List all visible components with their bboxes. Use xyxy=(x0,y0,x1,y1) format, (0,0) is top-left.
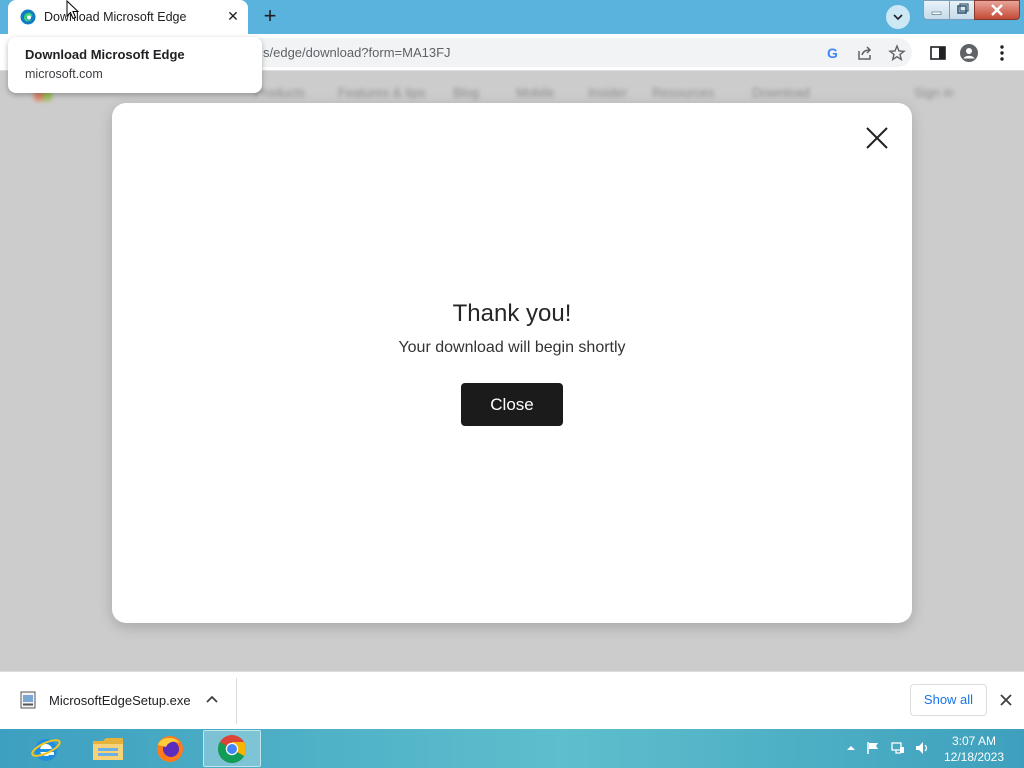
downloads-bar: MicrosoftEdgeSetup.exe Show all xyxy=(0,671,1024,729)
window-minimize-button[interactable] xyxy=(923,0,950,20)
nav-item[interactable]: Blog xyxy=(453,85,479,100)
firefox-icon xyxy=(157,735,183,762)
file-icon xyxy=(20,691,36,709)
google-lens-icon[interactable]: G xyxy=(824,44,842,62)
network-icon[interactable] xyxy=(891,741,905,755)
dialog-title: Thank you! xyxy=(452,300,572,327)
hover-card-title: Download Microsoft Edge xyxy=(25,47,185,62)
divider xyxy=(236,678,237,724)
tab-search-button[interactable] xyxy=(886,5,910,29)
taskbar-chrome[interactable] xyxy=(203,730,261,767)
nav-item[interactable]: Mobile xyxy=(516,85,554,100)
taskbar-internet-explorer[interactable] xyxy=(17,730,75,767)
edge-favicon-icon xyxy=(20,9,36,25)
nav-item[interactable]: Features & tips xyxy=(338,85,425,100)
chevron-down-icon xyxy=(893,14,903,21)
taskbar: 3:07 AM 12/18/2023 xyxy=(0,729,1024,768)
nav-item[interactable]: Products xyxy=(254,85,305,100)
show-all-button[interactable]: Show all xyxy=(910,684,987,716)
close-downloads-icon[interactable] xyxy=(995,689,1017,711)
svg-text:G: G xyxy=(827,45,838,61)
tab-close-icon[interactable]: ✕ xyxy=(224,7,242,25)
dialog-close-icon[interactable] xyxy=(862,123,892,153)
more-menu-icon[interactable] xyxy=(992,43,1012,63)
download-filename[interactable]: MicrosoftEdgeSetup.exe xyxy=(49,693,191,708)
browser-tab[interactable]: Download Microsoft Edge ✕ xyxy=(8,0,248,34)
share-icon[interactable] xyxy=(856,44,874,62)
hover-card-domain: microsoft.com xyxy=(25,67,103,81)
address-bar[interactable]: s/edge/download?form=MA13FJ G xyxy=(160,38,912,67)
chrome-icon xyxy=(218,734,246,763)
internet-explorer-icon xyxy=(31,738,61,761)
tab-strip: Download Microsoft Edge ✕ + xyxy=(0,0,1024,34)
dialog-subtitle: Your download will begin shortly xyxy=(398,339,626,356)
new-tab-button[interactable]: + xyxy=(258,5,282,29)
folder-icon xyxy=(93,737,123,760)
volume-icon[interactable] xyxy=(915,741,929,755)
system-clock[interactable]: 3:07 AM 12/18/2023 xyxy=(938,733,1010,765)
action-center-flag-icon[interactable] xyxy=(866,741,880,755)
nav-item[interactable]: Insider xyxy=(588,85,627,100)
side-panel-icon[interactable] xyxy=(928,43,948,63)
tab-hover-card: Download Microsoft Edge microsoft.com xyxy=(8,37,262,93)
profile-avatar-icon[interactable] xyxy=(959,43,979,63)
nav-item[interactable]: Resources xyxy=(652,85,714,100)
taskbar-firefox[interactable] xyxy=(141,730,199,767)
clock-date: 12/18/2023 xyxy=(943,750,1005,764)
window-restore-button[interactable] xyxy=(949,0,975,20)
chevron-up-icon[interactable] xyxy=(203,691,221,709)
mouse-cursor-icon xyxy=(66,0,80,20)
url-text[interactable]: s/edge/download?form=MA13FJ xyxy=(263,45,451,60)
close-button[interactable]: Close xyxy=(461,383,563,426)
close-icon xyxy=(991,4,1003,16)
bookmark-star-icon[interactable] xyxy=(888,44,906,62)
clock-time: 3:07 AM xyxy=(951,734,997,748)
download-thank-you-dialog: Thank you! Your download will begin shor… xyxy=(112,103,912,623)
restore-icon xyxy=(957,3,969,14)
nav-item[interactable]: Sign in xyxy=(914,85,954,100)
minimize-icon xyxy=(931,11,942,15)
show-hidden-icons-icon[interactable] xyxy=(844,741,858,755)
window-close-button[interactable] xyxy=(974,0,1020,20)
nav-item[interactable]: Download xyxy=(752,85,810,100)
taskbar-file-explorer[interactable] xyxy=(79,730,137,767)
